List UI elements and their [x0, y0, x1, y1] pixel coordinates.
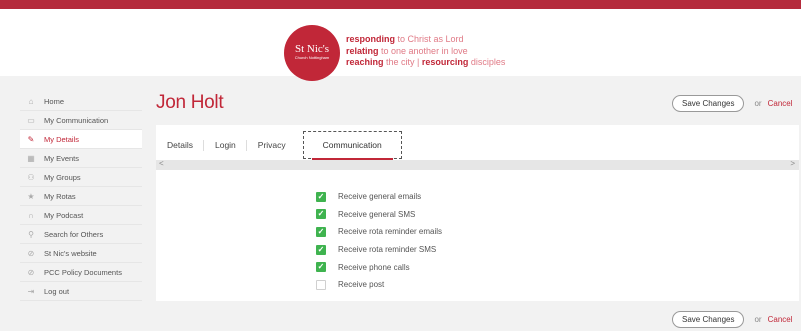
sidebar-item-log-out[interactable]: ⇥ Log out — [20, 282, 142, 301]
sidebar-item-st-nics-website[interactable]: ⊘ St Nic's website — [20, 244, 142, 263]
comment-icon: ▭ — [27, 115, 35, 125]
logo-subtitle: Church Nottingham — [294, 55, 330, 60]
group-icon: ⚇ — [27, 172, 35, 182]
sidebar-item-label: Search for Others — [44, 229, 104, 239]
checkbox[interactable]: ✓ — [316, 244, 326, 255]
cancel-link[interactable]: Cancel — [768, 315, 793, 324]
option-post: Receive post — [316, 276, 442, 294]
site-header: St Nic's Church Nottingham responding to… — [0, 9, 801, 81]
sidebar-item-pcc-policy-documents[interactable]: ⊘ PCC Policy Documents — [20, 263, 142, 282]
sidebar-item-my-rotas[interactable]: ★ My Rotas — [20, 187, 142, 206]
option-rota-reminder-emails: ✓ Receive rota reminder emails — [316, 223, 442, 241]
link-icon: ⊘ — [27, 267, 35, 277]
sidebar-item-my-communication[interactable]: ▭ My Communication — [20, 111, 142, 130]
option-phone-calls: ✓ Receive phone calls — [316, 258, 442, 276]
option-general-emails: ✓ Receive general emails — [316, 188, 442, 206]
link-icon: ⊘ — [27, 248, 35, 258]
or-text: or — [754, 99, 762, 108]
tab-bar: Details Login Privacy Communication — [156, 131, 402, 161]
logo-name: St Nic's — [294, 43, 330, 55]
option-label: Receive phone calls — [338, 262, 410, 272]
checkbox[interactable]: ✓ — [316, 262, 326, 273]
sidebar-item-label: My Podcast — [44, 210, 84, 220]
sidebar-item-my-podcast[interactable]: ∩ My Podcast — [20, 206, 142, 225]
tab-communication[interactable]: Communication — [302, 131, 402, 160]
calendar-icon: ▦ — [27, 153, 35, 163]
sidebar-item-label: My Details — [44, 134, 80, 144]
sidebar-item-label: My Communication — [44, 115, 109, 125]
church-logo[interactable]: St Nic's Church Nottingham — [284, 25, 340, 81]
option-label: Receive general SMS — [338, 209, 416, 219]
top-save-actions: Save Changes or Cancel — [672, 95, 793, 112]
chevron-left-icon[interactable]: < — [159, 159, 164, 168]
star-icon: ★ — [27, 191, 35, 201]
sidebar-nav: ⌂ Home ▭ My Communication ✎ My Details ▦ My … — [20, 92, 142, 301]
save-button[interactable]: Save Changes — [672, 95, 745, 112]
tab-scrollbar[interactable]: < > — [156, 159, 799, 170]
sidebar-item-home[interactable]: ⌂ Home — [20, 92, 142, 111]
pencil-icon: ✎ — [27, 134, 35, 144]
sidebar-item-label: PCC Policy Documents — [44, 267, 122, 277]
checkbox[interactable] — [316, 279, 326, 290]
tagline: responding to Christ as Lord relating to… — [346, 34, 505, 69]
sidebar-item-label: Home — [44, 96, 65, 106]
cancel-link[interactable]: Cancel — [768, 99, 793, 108]
save-button[interactable]: Save Changes — [672, 311, 745, 328]
details-panel: Details Login Privacy Communication < > … — [156, 125, 799, 301]
option-label: Receive post — [338, 280, 385, 290]
tagline-line-3: reaching the city | resourcing disciples — [346, 57, 506, 67]
option-label: Receive rota reminder emails — [338, 227, 443, 237]
option-general-sms: ✓ Receive general SMS — [316, 206, 442, 224]
chevron-right-icon[interactable]: > — [790, 159, 795, 168]
sidebar-item-label: My Groups — [44, 172, 81, 182]
tab-privacy[interactable]: Privacy — [247, 131, 297, 159]
tab-communication-label: Communication — [322, 140, 382, 150]
option-rota-reminder-sms: ✓ Receive rota reminder SMS — [316, 241, 442, 259]
logout-icon: ⇥ — [27, 286, 35, 296]
tagline-line-2: relating to one another in love — [346, 45, 468, 56]
checkbox[interactable]: ✓ — [316, 226, 326, 237]
bottom-save-actions: Save Changes or Cancel — [672, 311, 793, 328]
sidebar-item-label: My Rotas — [44, 191, 76, 201]
sidebar-item-label: Log out — [44, 286, 70, 296]
sidebar-item-search-for-others[interactable]: ⚲ Search for Others — [20, 225, 142, 244]
option-label: Receive rota reminder SMS — [338, 245, 437, 255]
tab-login[interactable]: Login — [204, 131, 247, 159]
tab-details[interactable]: Details — [156, 131, 204, 159]
headphones-icon: ∩ — [28, 210, 34, 220]
checkbox[interactable]: ✓ — [316, 191, 326, 202]
sidebar-item-label: My Events — [44, 153, 80, 163]
sidebar-item-my-events[interactable]: ▦ My Events — [20, 149, 142, 168]
tagline-line-1: responding to Christ as Lord — [346, 34, 464, 44]
page-title: Jon Holt — [156, 92, 224, 113]
top-brand-stripe — [0, 0, 801, 9]
sidebar-item-label: St Nic's website — [44, 248, 97, 258]
home-icon: ⌂ — [28, 96, 34, 106]
communication-options: ✓ Receive general emails ✓ Receive general… — [316, 188, 442, 294]
search-people-icon: ⚲ — [28, 229, 34, 239]
checkbox[interactable]: ✓ — [316, 209, 326, 220]
sidebar-item-my-details[interactable]: ✎ My Details — [20, 130, 142, 149]
option-label: Receive general emails — [338, 192, 422, 202]
or-text: or — [754, 315, 762, 324]
sidebar-item-my-groups[interactable]: ⚇ My Groups — [20, 168, 142, 187]
